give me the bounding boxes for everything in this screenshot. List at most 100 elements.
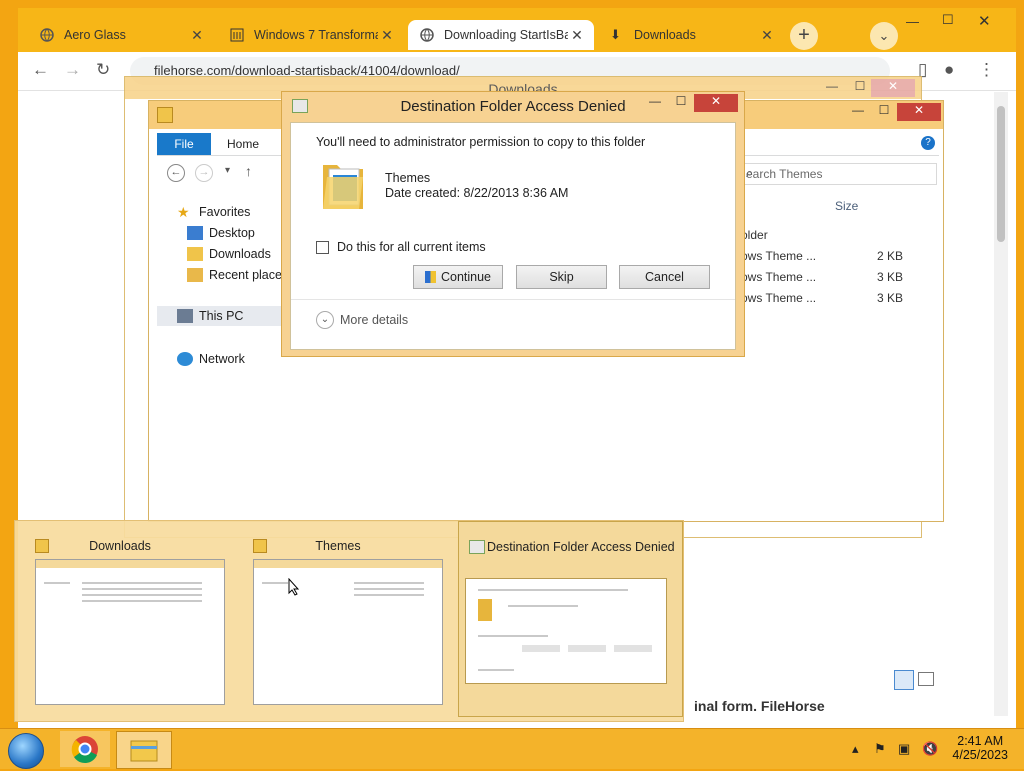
folder-date: Date created: 8/22/2013 8:36 AM <box>385 186 569 200</box>
file-row-type: ows Theme ... <box>741 270 817 284</box>
start-button[interactable] <box>8 733 44 769</box>
star-icon: ★ <box>177 204 190 220</box>
taskbar-chrome[interactable] <box>60 731 110 767</box>
cancel-button[interactable]: Cancel <box>619 265 710 289</box>
close-tab-icon[interactable]: ✕ <box>188 27 206 44</box>
access-denied-dialog: Destination Folder Access Denied — ☐ ✕ Y… <box>281 91 745 357</box>
skip-button[interactable]: Skip <box>516 265 607 289</box>
more-details-toggle[interactable]: ⌄ More details <box>316 311 408 329</box>
file-row-type: ows Theme ... <box>741 291 817 305</box>
profile-icon[interactable]: ● <box>944 60 954 80</box>
taskbar-thumbnails: Downloads Themes Destination Folder Acce… <box>14 520 684 722</box>
maximize-icon[interactable]: ☐ <box>847 79 873 97</box>
page-footer-text: inal form. FileHorse <box>694 698 825 714</box>
tab-downloads[interactable]: ⬇ Downloads ✕ <box>598 20 784 50</box>
back-arrow-icon[interactable]: ← <box>167 164 185 182</box>
search-icon: ⌕ <box>746 165 754 180</box>
dialog-titlebar: Destination Folder Access Denied — ☐ ✕ <box>282 92 744 120</box>
desktop-icon <box>187 226 203 240</box>
minimize-icon[interactable]: — <box>642 94 668 112</box>
search-input[interactable]: earch Themes ⌕ <box>735 163 937 185</box>
maximize-icon[interactable]: ☐ <box>871 103 897 121</box>
apply-all-checkbox[interactable]: Do this for all current items <box>316 240 486 254</box>
close-icon[interactable]: ✕ <box>694 94 738 112</box>
minimize-icon[interactable]: — <box>819 79 845 97</box>
thumbnail-preview <box>253 559 443 705</box>
continue-button[interactable]: Continue <box>413 265 503 289</box>
new-tab-button[interactable]: + <box>790 22 818 50</box>
mouse-cursor-icon <box>288 577 300 599</box>
maximize-icon[interactable]: ☐ <box>942 12 954 28</box>
nav-this-pc[interactable]: This PC <box>157 306 297 326</box>
help-icon[interactable]: ? <box>921 136 935 150</box>
file-row-type: older <box>741 228 768 242</box>
close-tab-icon[interactable]: ✕ <box>758 27 776 44</box>
uac-shield-icon <box>424 271 436 283</box>
details-view-icon[interactable] <box>894 670 914 690</box>
tab-windows7[interactable]: Windows 7 Transformat ✕ <box>218 20 404 50</box>
nav-downloads[interactable]: Downloads <box>187 247 271 261</box>
folder-icon <box>157 107 173 123</box>
large-icons-view-icon[interactable] <box>918 672 934 686</box>
dialog-message: You'll need to administrator permission … <box>316 135 646 149</box>
forward-arrow-icon[interactable]: → <box>195 164 213 182</box>
file-row-size: 3 KB <box>877 291 904 305</box>
show-hidden-icons-icon[interactable]: ▴ <box>852 741 859 757</box>
column-size[interactable]: Size <box>835 199 858 213</box>
taskbar: ▴ ⚑ ▣ 🔇 2:41 AM 4/25/2023 <box>0 728 1024 769</box>
tab-home[interactable]: Home <box>227 137 259 151</box>
checkbox-icon[interactable] <box>316 240 329 254</box>
thumbnail-themes[interactable]: Themes <box>233 521 443 715</box>
globe-icon <box>420 28 434 42</box>
network-icon <box>177 352 193 366</box>
network-icon[interactable]: ▣ <box>898 741 910 757</box>
thumbnail-preview <box>465 578 667 684</box>
taskbar-explorer[interactable] <box>116 731 172 769</box>
forward-arrow-icon[interactable]: → <box>64 60 81 80</box>
file-row-size: 2 KB <box>877 249 904 263</box>
page-scrollbar[interactable] <box>994 92 1008 716</box>
nav-favorites[interactable]: ★ Favorites <box>177 205 250 219</box>
downloads-folder-icon <box>187 247 203 261</box>
chevron-down-icon: ⌄ <box>316 311 334 329</box>
close-tab-icon[interactable]: ✕ <box>568 27 586 44</box>
dialog-app-icon <box>469 540 485 554</box>
file-row-type: ows Theme ... <box>741 249 817 263</box>
volume-muted-icon[interactable]: 🔇 <box>922 741 938 757</box>
thumbnail-preview <box>35 559 225 705</box>
action-center-flag-icon[interactable]: ⚑ <box>874 741 886 757</box>
computer-icon <box>177 309 193 323</box>
tab-search-button[interactable]: ⌄ <box>870 22 898 50</box>
file-row-size: 3 KB <box>877 270 904 284</box>
reload-icon[interactable]: ↻ <box>96 60 110 80</box>
minimize-icon[interactable]: — <box>845 103 871 121</box>
recent-places-icon <box>187 268 203 282</box>
system-clock[interactable]: 2:41 AM 4/25/2023 <box>952 734 1008 762</box>
globe-icon <box>40 28 54 42</box>
tab-aero-glass[interactable]: Aero Glass ✕ <box>28 20 214 50</box>
close-tab-icon[interactable]: ✕ <box>378 27 396 44</box>
close-window-icon[interactable]: ✕ <box>978 12 991 30</box>
download-icon: ⬇ <box>610 27 621 42</box>
close-icon[interactable]: ✕ <box>897 103 941 121</box>
folder-icon <box>321 155 367 211</box>
chevron-down-icon[interactable]: ▾ <box>225 165 230 176</box>
up-arrow-icon[interactable]: ↑ <box>245 163 252 179</box>
close-icon[interactable]: ✕ <box>871 79 915 97</box>
menu-icon[interactable]: ⋮ <box>978 60 995 80</box>
dialog-body: You'll need to administrator permission … <box>290 122 736 350</box>
chevron-down-icon: ⌄ <box>878 28 890 43</box>
nav-network[interactable]: Network <box>177 352 245 366</box>
back-arrow-icon[interactable]: ← <box>32 60 49 80</box>
chrome-icon <box>71 736 98 764</box>
bank-icon <box>230 28 244 42</box>
tab-startisback[interactable]: Downloading StartIsBac ✕ <box>408 20 594 50</box>
nav-recent-places[interactable]: Recent places <box>187 268 288 282</box>
thumbnail-downloads[interactable]: Downloads <box>15 521 225 715</box>
folder-name: Themes <box>385 171 431 185</box>
minimize-icon[interactable]: — <box>906 14 919 29</box>
nav-desktop[interactable]: Desktop <box>187 226 255 240</box>
tab-file[interactable]: File <box>157 133 211 155</box>
thumbnail-dialog[interactable]: Destination Folder Access Denied <box>458 521 683 717</box>
maximize-icon[interactable]: ☐ <box>668 94 694 112</box>
